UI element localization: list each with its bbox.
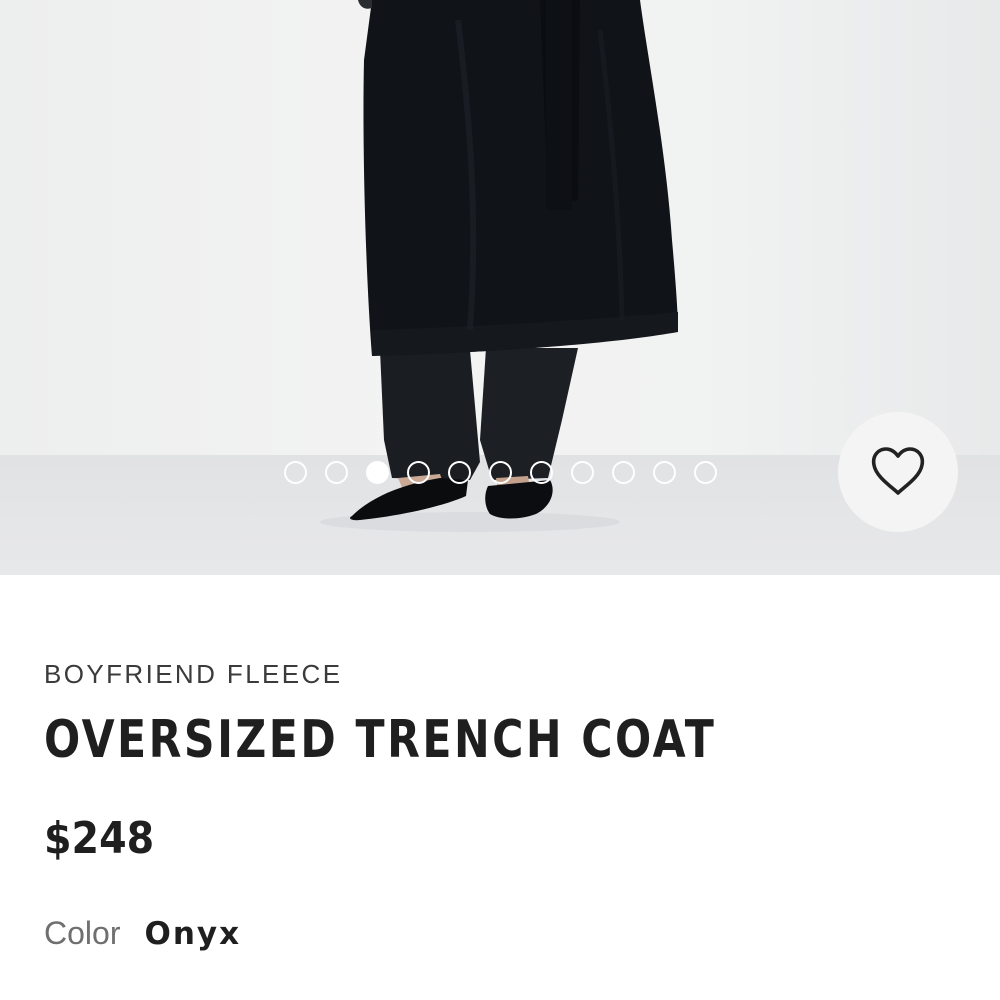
carousel-dot[interactable] [325, 461, 348, 484]
selected-color-value: Onyx [144, 916, 242, 952]
wishlist-button[interactable] [838, 412, 958, 532]
carousel-dot[interactable] [284, 461, 307, 484]
carousel-pagination[interactable] [284, 461, 717, 484]
product-price: $248 [44, 813, 155, 864]
heart-icon [871, 447, 925, 495]
carousel-dot[interactable] [571, 461, 594, 484]
product-image-gallery[interactable] [0, 0, 1000, 575]
carousel-dot[interactable] [612, 461, 635, 484]
carousel-dot[interactable] [694, 461, 717, 484]
carousel-dot[interactable] [407, 461, 430, 484]
carousel-dot[interactable] [653, 461, 676, 484]
color-label: Color [44, 915, 121, 951]
color-selector-row: Color Onyx [44, 915, 241, 952]
brand-name[interactable]: BOYFRIEND FLEECE [44, 659, 342, 690]
carousel-dot[interactable] [530, 461, 553, 484]
carousel-dot-active[interactable] [366, 461, 389, 484]
carousel-dot[interactable] [489, 461, 512, 484]
carousel-dot[interactable] [448, 461, 471, 484]
product-title: OVERSIZED TRENCH COAT [44, 710, 717, 770]
